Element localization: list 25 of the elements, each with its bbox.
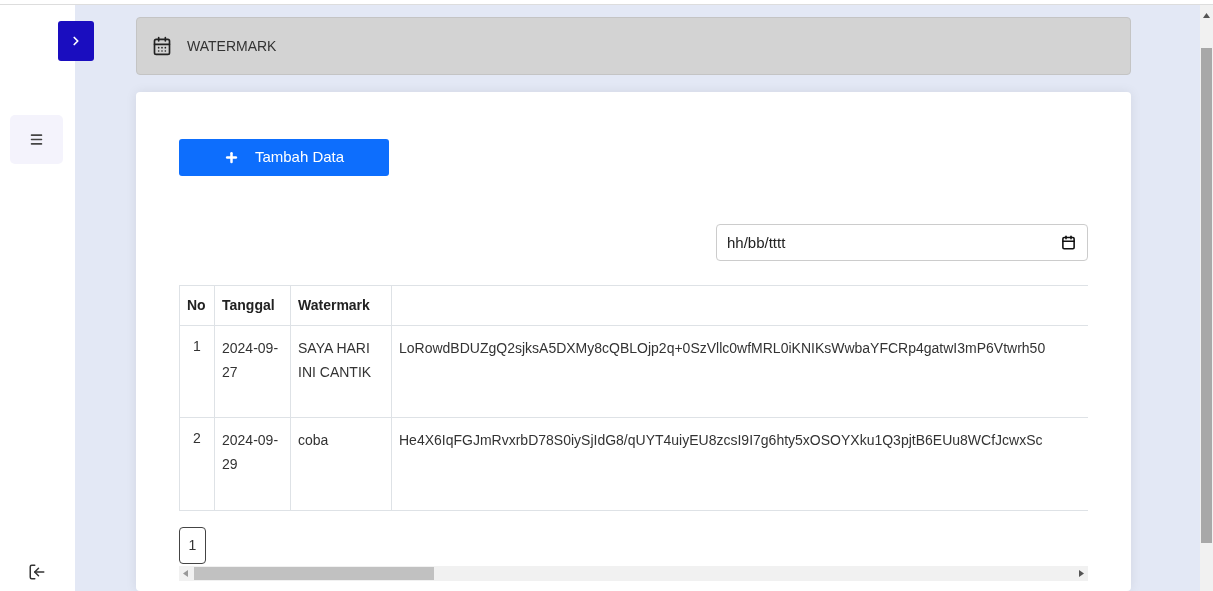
table-cell: SAYA HARI INI CANTIK (290, 325, 392, 418)
table-cell: 2024-09-27 (214, 325, 291, 418)
logout-icon[interactable] (28, 563, 46, 581)
scroll-up-icon (1203, 13, 1210, 18)
vertical-scrollbar[interactable] (1200, 5, 1213, 591)
menu-icon (29, 132, 44, 147)
column-header: Watermark (290, 285, 392, 326)
horizontal-scrollbar[interactable] (179, 566, 1088, 581)
calendar-icon (152, 36, 172, 56)
table-cell: 2024-09-29 (214, 417, 291, 511)
page-button[interactable]: 1 (179, 527, 206, 564)
date-field[interactable]: hh/bb/tttt (716, 224, 1088, 261)
calendar-icon[interactable] (1061, 235, 1076, 250)
table-cell: coba (290, 417, 392, 511)
column-header: No (179, 285, 215, 326)
plus-icon (223, 150, 239, 165)
menu-button[interactable] (10, 115, 63, 164)
page-title: WATERMARK (187, 36, 277, 56)
scroll-right-icon (1079, 570, 1084, 577)
scroll-left-icon (183, 570, 188, 577)
table-cell: 1 (179, 325, 215, 418)
add-data-button[interactable]: Tambah Data (179, 139, 389, 176)
sidebar-toggle-button[interactable] (58, 21, 94, 61)
table-cell: 2 (179, 417, 215, 511)
column-header: Tanggal (214, 285, 291, 326)
